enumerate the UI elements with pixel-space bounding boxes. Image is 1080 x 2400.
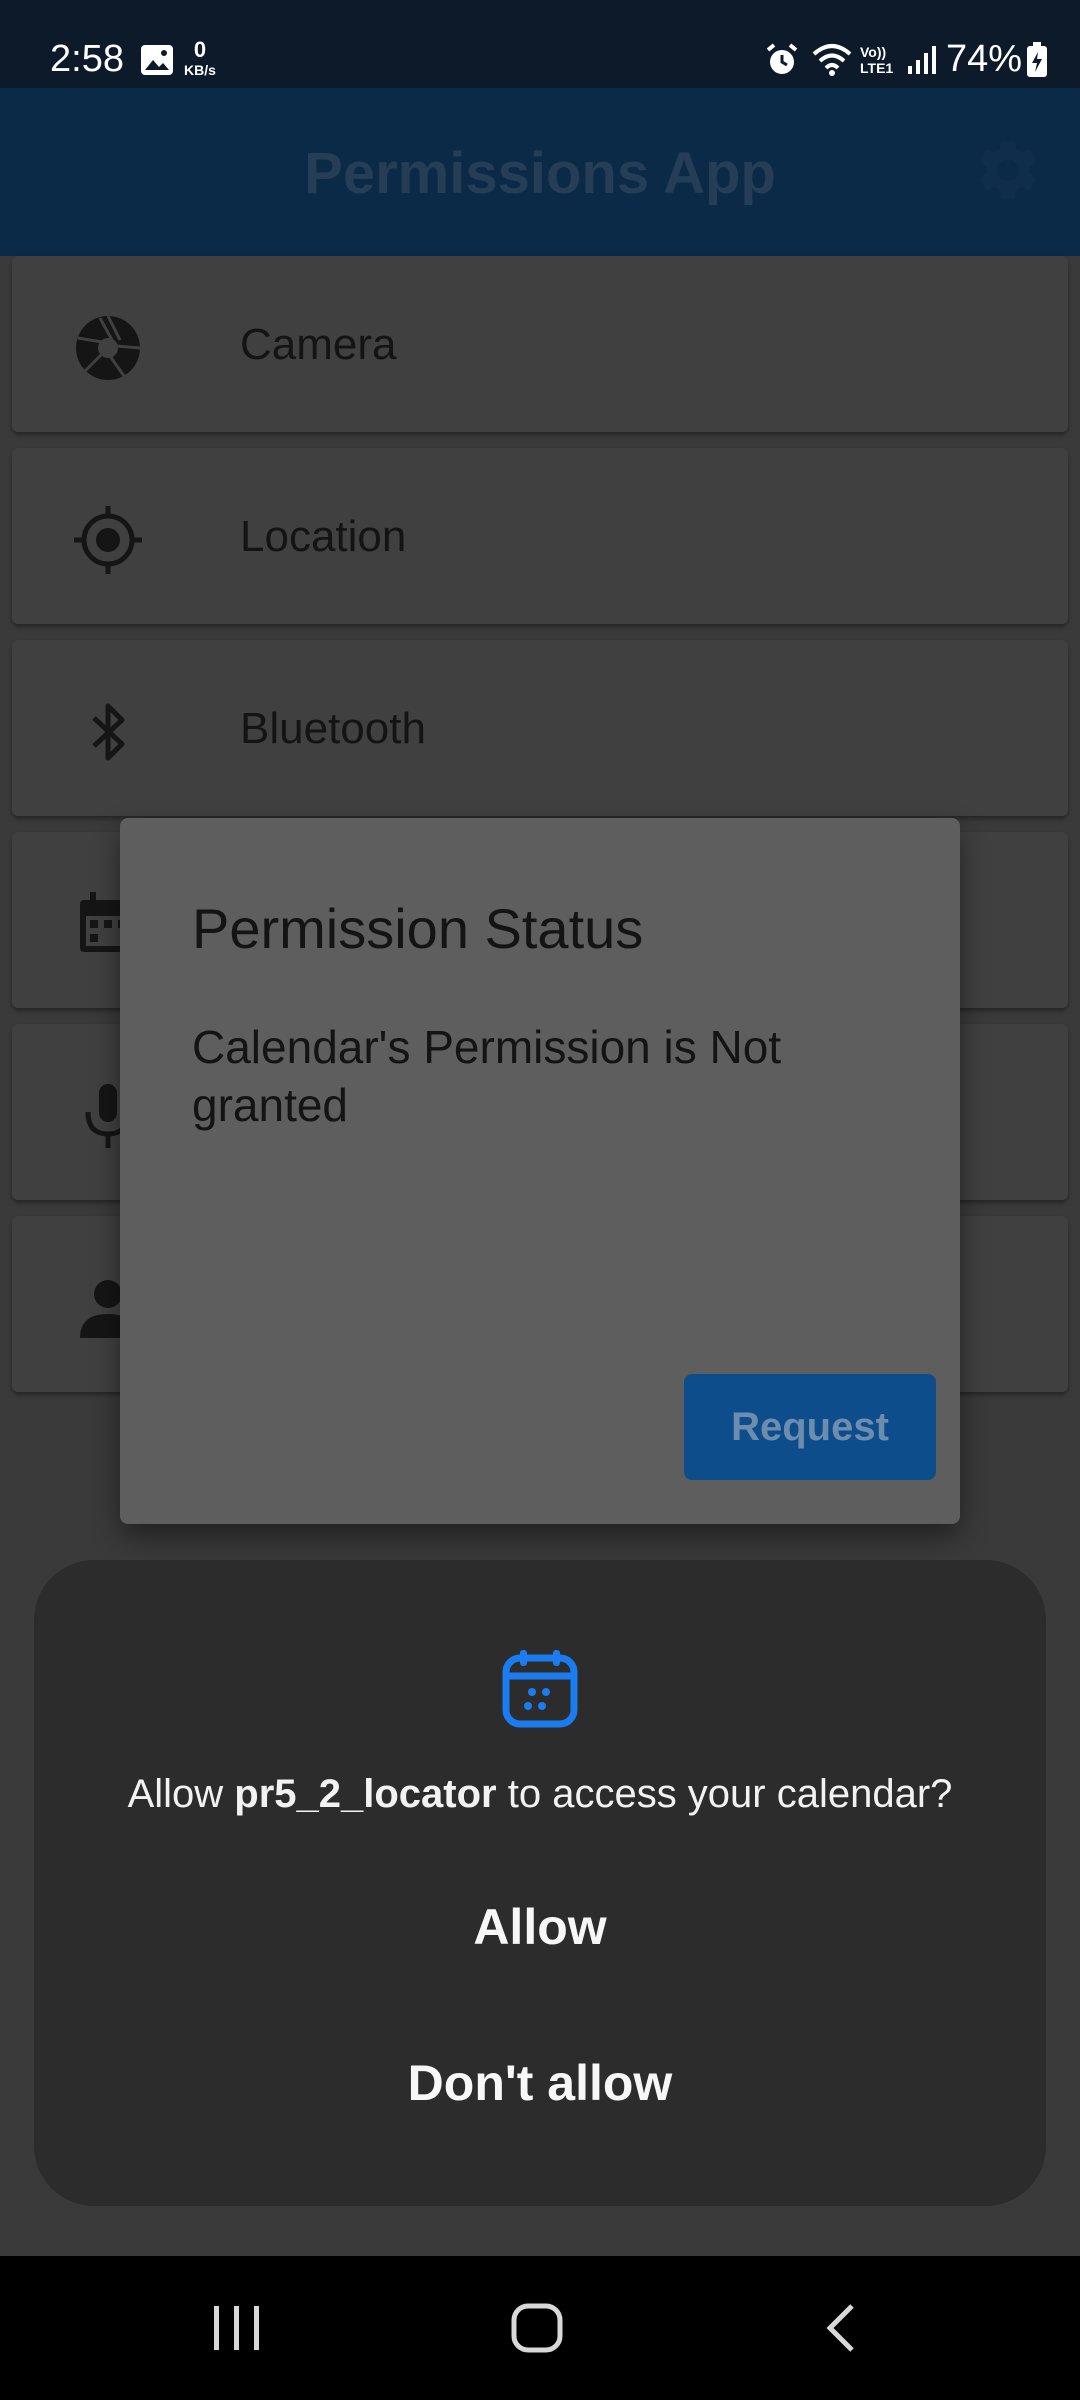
calendar-icon [502,1650,578,1728]
location-crosshair-icon [74,506,142,574]
permission-label-bluetooth: Bluetooth [240,704,426,753]
dialog-message: Calendar's Permission is Not granted [192,1021,782,1131]
gear-icon[interactable] [972,134,1044,206]
battery-icon [1027,42,1047,77]
system-permission-prompt: Allow pr5_2_locator to access your calen… [34,1560,1046,2206]
status-bar: 2:58 0 KB/s Vo)) LTE1 74% [0,0,1080,88]
signal-icon [908,46,936,74]
request-button[interactable]: Request [684,1374,936,1480]
status-time: 2:58 [50,38,124,80]
permission-question: Allow pr5_2_locator to access your calen… [127,1772,953,1816]
app-name: pr5_2_locator [234,1772,497,1816]
permission-label-camera: Camera [240,320,397,369]
camera-aperture-icon [76,315,141,380]
permission-status-dialog: Permission Status Calendar's Permission … [120,818,960,1524]
wifi-icon [812,44,852,76]
dont-allow-button[interactable]: Don't allow [34,2054,1046,2112]
network-type: Vo)) LTE1 [860,44,894,76]
back-icon[interactable] [818,2300,868,2356]
permission-card-bluetooth[interactable]: Bluetooth [12,640,1068,816]
allow-button[interactable]: Allow [34,1898,1046,1956]
app-title: Permissions App [304,141,776,206]
recents-icon[interactable] [206,2302,266,2354]
alarm-icon [766,43,798,74]
bluetooth-icon [92,703,125,761]
battery-percentage: 74% [946,38,1023,80]
navigation-bar [0,2256,1080,2400]
permission-label-location: Location [240,512,407,561]
permission-card-location[interactable]: Location [12,448,1068,624]
home-icon[interactable] [508,2300,568,2356]
permission-card-camera[interactable]: Camera [12,256,1068,432]
app-bar: Permissions App [0,88,1080,256]
dialog-title: Permission Status [192,897,644,960]
gallery-notification-icon [141,45,173,75]
data-rate: 0 KB/s [184,37,216,79]
